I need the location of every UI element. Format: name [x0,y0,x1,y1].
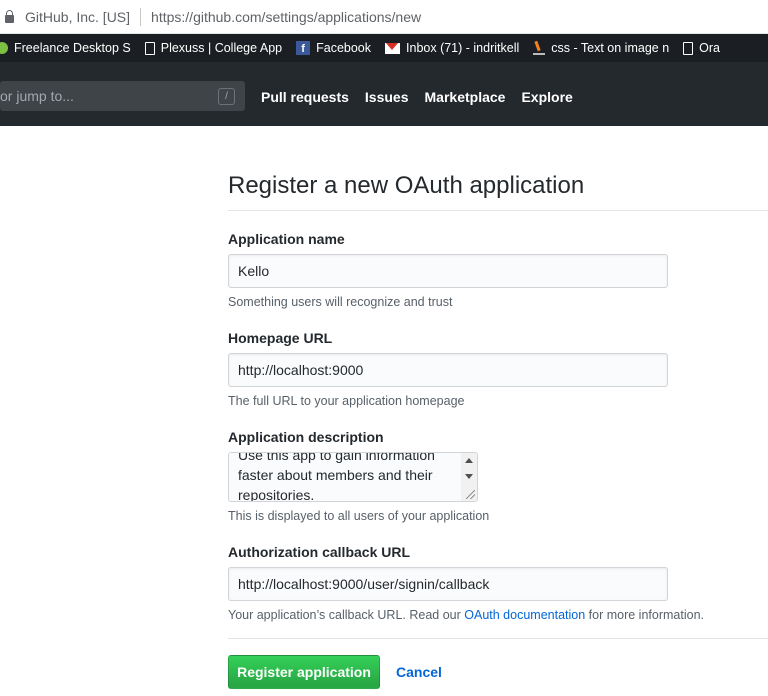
app-description-textarea[interactable]: Use this app to gain information faster … [228,452,478,502]
callback-url-input[interactable]: http://localhost:9000/user/signin/callba… [228,567,668,601]
app-name-label: Application name [228,231,345,247]
url-text[interactable]: https://github.com/settings/applications… [151,9,421,25]
homepage-url-note: The full URL to your application homepag… [228,394,465,408]
nav-pull-requests[interactable]: Pull requests [261,89,349,105]
homepage-url-input[interactable]: http://localhost:9000 [228,353,668,387]
callback-note-text: Your application’s callback URL. Read ou… [228,608,461,622]
app-description-text: Use this app to gain information faster … [238,452,435,502]
nav-issues[interactable]: Issues [365,89,409,105]
bookmark-label: css - Text on image n [551,41,670,55]
bookmark-gmail-inbox[interactable]: Inbox (71) - indritkell [385,41,519,55]
bookmark-plexuss[interactable]: Plexuss | College App [144,41,283,55]
search-shortcut-key: / [218,88,235,105]
bookmark-freelance[interactable]: Freelance Desktop S [0,41,131,55]
github-header: or jump to... / Pull requests Issues Mar… [0,62,768,126]
app-description-label: Application description [228,429,384,445]
search-placeholder: or jump to... [0,88,74,104]
register-application-button[interactable]: Register application [228,655,380,689]
scroll-up-arrow-icon[interactable] [465,458,473,463]
header-nav: Pull requests Issues Marketplace Explore [261,89,573,105]
nav-marketplace[interactable]: Marketplace [425,89,506,105]
page-title: Register a new OAuth application [228,172,585,199]
address-bar[interactable]: GitHub, Inc. [US] https://github.com/set… [0,0,768,34]
page-icon [144,41,155,55]
bookmark-ora[interactable]: Ora [683,41,720,55]
facebook-icon: f [296,41,311,55]
freelance-logo-icon [0,42,8,54]
oauth-documentation-link[interactable]: OAuth documentation [464,608,585,622]
bookmark-label: Ora [699,41,720,55]
app-name-input[interactable]: Kello [228,254,668,288]
callback-note-text-end: for more information. [588,608,704,622]
bookmark-stackoverflow[interactable]: css - Text on image n [533,41,669,55]
callback-url-note: Your application’s callback URL. Read ou… [228,608,704,622]
app-description-note: This is displayed to all users of your a… [228,509,490,523]
cancel-link[interactable]: Cancel [396,664,442,680]
form-divider [228,638,768,639]
bookmarks-bar: Freelance Desktop S Plexuss | College Ap… [0,34,768,62]
title-divider [228,210,768,211]
stackoverflow-icon [533,41,546,55]
scroll-down-arrow-icon[interactable] [465,474,473,479]
homepage-url-label: Homepage URL [228,330,333,346]
bookmark-label: Facebook [316,41,372,55]
site-identity: GitHub, Inc. [US] [25,8,131,25]
lock-icon [5,9,14,23]
nav-explore[interactable]: Explore [521,89,572,105]
app-name-note: Something users will recognize and trust [228,295,453,309]
address-divider [140,7,142,26]
search-input[interactable]: or jump to... / [0,81,245,111]
callback-url-label: Authorization callback URL [228,544,411,560]
bookmark-label: Plexuss | College App [160,41,283,55]
bookmark-facebook[interactable]: f Facebook [296,41,371,55]
resize-handle-icon[interactable] [466,490,475,499]
bookmark-label: Freelance Desktop S [14,41,131,55]
bookmark-label: Inbox (71) - indritkell [406,41,520,55]
gmail-icon [385,42,401,54]
page-icon [683,41,694,55]
